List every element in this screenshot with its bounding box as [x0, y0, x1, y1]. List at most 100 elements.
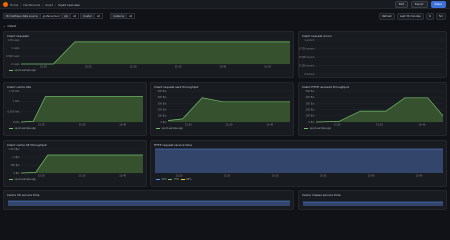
x-tick-label: 15:20: [40, 66, 47, 69]
series-band: [8, 201, 290, 206]
breadcrumb-dashboards[interactable]: Dashboards: [23, 3, 40, 7]
x-tick-label: 15:30: [376, 124, 383, 127]
x-tick-label: 15:25: [224, 175, 231, 178]
variable-value[interactable]: All: [70, 13, 80, 19]
y-tick-label: 0 error/s: [304, 73, 315, 76]
chevron-right-icon: ›: [20, 2, 22, 7]
y-tick-label: 300 B/s: [157, 102, 167, 105]
y-tick-label: 0.500 hits: [8, 111, 21, 114]
variable-value[interactable]: grafanacloud: [40, 13, 63, 19]
x-tick-label: 15:30: [130, 66, 137, 69]
variable-datasource[interactable]: Prometheus data source grafanacloud: [3, 13, 63, 19]
x-tick-label: 15:30: [272, 175, 279, 178]
x-tick-label: 15:40: [418, 124, 425, 127]
x-tick-label: 15:40: [119, 124, 126, 127]
y-tick-label: 1.50 req/s: [7, 39, 20, 42]
breadcrumb: Home › Dashboards › Squid › Squid overvi…: [3, 1, 80, 8]
y-tick-label: 500 B/s: [10, 164, 20, 167]
y-tick-label: 1 error/s: [304, 39, 315, 42]
legend-item[interactable]: squid-sample-app: [15, 69, 36, 72]
y-tick-label: 500 B/s: [157, 90, 167, 93]
y-tick-label: 0 B/s: [14, 172, 21, 175]
legend: 50% 75% 95%: [156, 178, 191, 181]
x-tick-label: 15:40: [368, 175, 375, 178]
panel-client-request-sent-throughput[interactable]: Client request sent throughput 500 B/s 40…: [150, 82, 294, 136]
panel-client-cache-hit-throughput[interactable]: Client cache hit throughput 1.50 kB/s 1 k…: [3, 140, 147, 187]
legend-item[interactable]: squid-sample-app: [310, 127, 331, 130]
variable-label: instance: [110, 13, 127, 19]
y-tick-label: 0.500 error/s: [299, 56, 315, 59]
variable-label: Prometheus data source: [3, 13, 41, 19]
variable-value[interactable]: All: [94, 13, 104, 19]
chart-svg: [303, 201, 443, 206]
y-tick-label: 1 hits: [13, 100, 20, 103]
panel-client-http-received-throughput[interactable]: Client HTTP received throughput 500 B/s 4…: [298, 82, 447, 136]
x-tick-label: 15:45: [416, 175, 423, 178]
y-tick-label: 1.50 kB/s: [8, 148, 20, 151]
y-tick-label: 0.250 error/s: [299, 64, 315, 67]
x-tick-label: 15:40: [219, 66, 226, 69]
legend-swatch: [156, 127, 160, 129]
legend-item[interactable]: squid-sample-app: [15, 178, 36, 181]
breadcrumb-folder[interactable]: Squid: [45, 3, 53, 7]
panel-client-request-errors[interactable]: Client request errors 1 error/s 0.750 err…: [298, 31, 447, 78]
zoom-out-button[interactable]: Q: [425, 13, 434, 20]
y-tick-label: 1 kB/s: [12, 156, 20, 159]
x-tick-label: 15:40: [119, 175, 126, 178]
x-tick-label: 15:20: [334, 124, 341, 127]
x-tick-label: 15:20: [38, 175, 45, 178]
x-tick-label: 15:45: [264, 66, 271, 69]
legend-item[interactable]: squid-sample-app: [15, 127, 36, 130]
y-tick-label: 200 B/s: [305, 109, 315, 112]
chart-svg: 1 error/s 0.750 error/s 0.500 error/s 0.250…: [299, 39, 443, 76]
legend-item[interactable]: 95%: [186, 178, 191, 181]
grafana-logo-icon[interactable]: [3, 2, 8, 7]
row-header-client[interactable]: ⌄ Client: [3, 24, 16, 28]
y-tick-label: 300 B/s: [305, 102, 315, 105]
legend-item[interactable]: squid-sample-app: [162, 127, 183, 130]
variable-value[interactable]: All: [127, 13, 136, 19]
x-tick-label: 15:25: [85, 66, 92, 69]
legend-item[interactable]: 50%: [162, 178, 167, 181]
y-tick-label: 100 B/s: [157, 115, 167, 118]
time-range-picker[interactable]: Last 30 minutes: [396, 13, 424, 20]
x-tick-label: 15:20: [185, 124, 192, 127]
row-title: Client: [7, 24, 17, 28]
panel-client-cache-hits[interactable]: Client cache hits 1.50 hits 1 hits 0.500 h…: [3, 82, 147, 136]
breadcrumb-home[interactable]: Home: [10, 3, 18, 7]
y-tick-label: 0 B/s: [309, 121, 316, 124]
y-tick-label: 1 req/s: [11, 47, 20, 50]
panel-cache-hit-service-time[interactable]: Cache hit service time: [3, 190, 294, 210]
legend-item[interactable]: 75%: [174, 178, 179, 181]
refresh-rate-picker[interactable]: 5m: [435, 13, 446, 20]
panel-client-requests[interactable]: Client requests 1.50 req/s 1 req/s 0.500 r…: [3, 31, 294, 78]
y-tick-label: 100 B/s: [305, 115, 315, 118]
legend: squid-sample-app: [9, 69, 36, 72]
series-area: [168, 97, 290, 122]
x-tick-label: 15:30: [79, 175, 86, 178]
legend: squid-sample-app: [304, 127, 331, 130]
y-tick-label: 0 B/s: [161, 121, 168, 124]
edit-button[interactable]: Edit: [394, 1, 408, 8]
y-tick-label: 400 B/s: [305, 96, 315, 99]
variable-cluster[interactable]: cluster All: [80, 13, 104, 19]
x-tick-label: 15:35: [320, 175, 327, 178]
chart-svg: 1.50 req/s 1 req/s 0.500 req/s 0 req/s 15:20…: [6, 39, 290, 69]
variable-instance[interactable]: instance All: [110, 13, 136, 19]
variable-job[interactable]: job All: [61, 13, 80, 19]
x-tick-label: 15:40: [266, 124, 273, 127]
panel-http-request-service-time[interactable]: HTTP request service time 15:20 15:25 15:3…: [150, 140, 447, 187]
legend-swatch: [180, 178, 185, 180]
panel-cache-miss-service-time[interactable]: Cache misses service time: [298, 190, 447, 210]
breadcrumb-dashboard: Squid overview: [58, 2, 80, 7]
legend: squid-sample-app: [9, 178, 36, 181]
y-tick-label: 500 B/s: [305, 90, 315, 93]
refresh-button[interactable]: Refresh: [379, 13, 395, 20]
x-tick-label: 15:35: [174, 66, 181, 69]
export-button[interactable]: Export: [411, 1, 428, 8]
series-area: [21, 41, 290, 64]
share-button[interactable]: Share: [430, 1, 446, 8]
top-nav-bar: Home › Dashboards › Squid › Squid overvi…: [0, 0, 450, 9]
variable-label: cluster: [80, 13, 95, 19]
legend-swatch: [168, 178, 173, 180]
